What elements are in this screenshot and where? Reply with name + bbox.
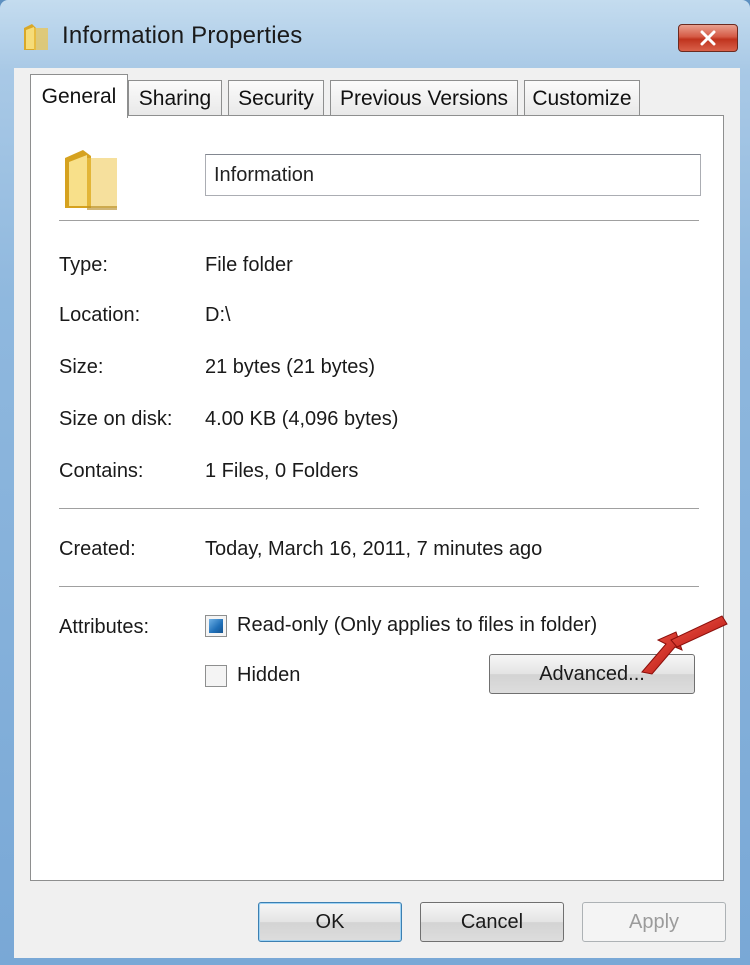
title-bar: Information Properties	[0, 0, 750, 68]
created-label: Created:	[59, 538, 136, 560]
tab-sharing[interactable]: Sharing	[128, 80, 222, 116]
tab-general[interactable]: General	[30, 74, 128, 118]
folder-icon	[65, 150, 117, 210]
close-button[interactable]	[678, 24, 738, 52]
properties-window: Information Properties General Sharing S…	[0, 0, 750, 965]
red-arrow-icon	[641, 615, 728, 675]
type-label: Type:	[59, 254, 108, 276]
separator	[59, 586, 699, 588]
folder-icon	[24, 24, 48, 50]
tab-previous-versions[interactable]: Previous Versions	[330, 80, 518, 116]
separator	[59, 508, 699, 510]
location-value: D:\	[205, 304, 231, 326]
folder-name-input[interactable]	[205, 154, 701, 196]
size-value: 21 bytes (21 bytes)	[205, 356, 376, 378]
separator	[59, 220, 699, 222]
close-icon	[700, 30, 716, 46]
location-label: Location:	[59, 304, 141, 326]
contains-value: 1 Files, 0 Folders	[205, 460, 359, 482]
size-on-disk-value: 4.00 KB (4,096 bytes)	[205, 408, 399, 430]
tab-customize[interactable]: Customize	[524, 80, 640, 116]
window-title: Information Properties	[62, 22, 303, 49]
readonly-attribute[interactable]: Read-only (Only applies to files in fold…	[205, 614, 597, 637]
readonly-label: Read-only (Only applies to files in fold…	[237, 614, 598, 636]
ok-button[interactable]: OK	[258, 902, 402, 942]
contains-label: Contains:	[59, 460, 144, 482]
created-value: Today, March 16, 2011, 7 minutes ago	[205, 538, 543, 560]
cancel-button[interactable]: Cancel	[420, 902, 564, 942]
general-tab-panel: Type: File folder Location: D:\ Size: 21…	[30, 115, 724, 881]
hidden-attribute[interactable]: Hidden	[205, 664, 300, 687]
dialog-body: General Sharing Security Previous Versio…	[14, 68, 740, 958]
type-value: File folder	[205, 254, 293, 276]
hidden-checkbox[interactable]	[205, 664, 227, 687]
size-on-disk-label: Size on disk:	[59, 408, 173, 430]
apply-button[interactable]: Apply	[582, 902, 726, 942]
size-label: Size:	[59, 356, 104, 378]
attributes-label: Attributes:	[59, 616, 150, 638]
tab-security[interactable]: Security	[228, 80, 324, 116]
readonly-checkbox[interactable]	[205, 614, 227, 637]
hidden-label: Hidden	[237, 664, 301, 686]
